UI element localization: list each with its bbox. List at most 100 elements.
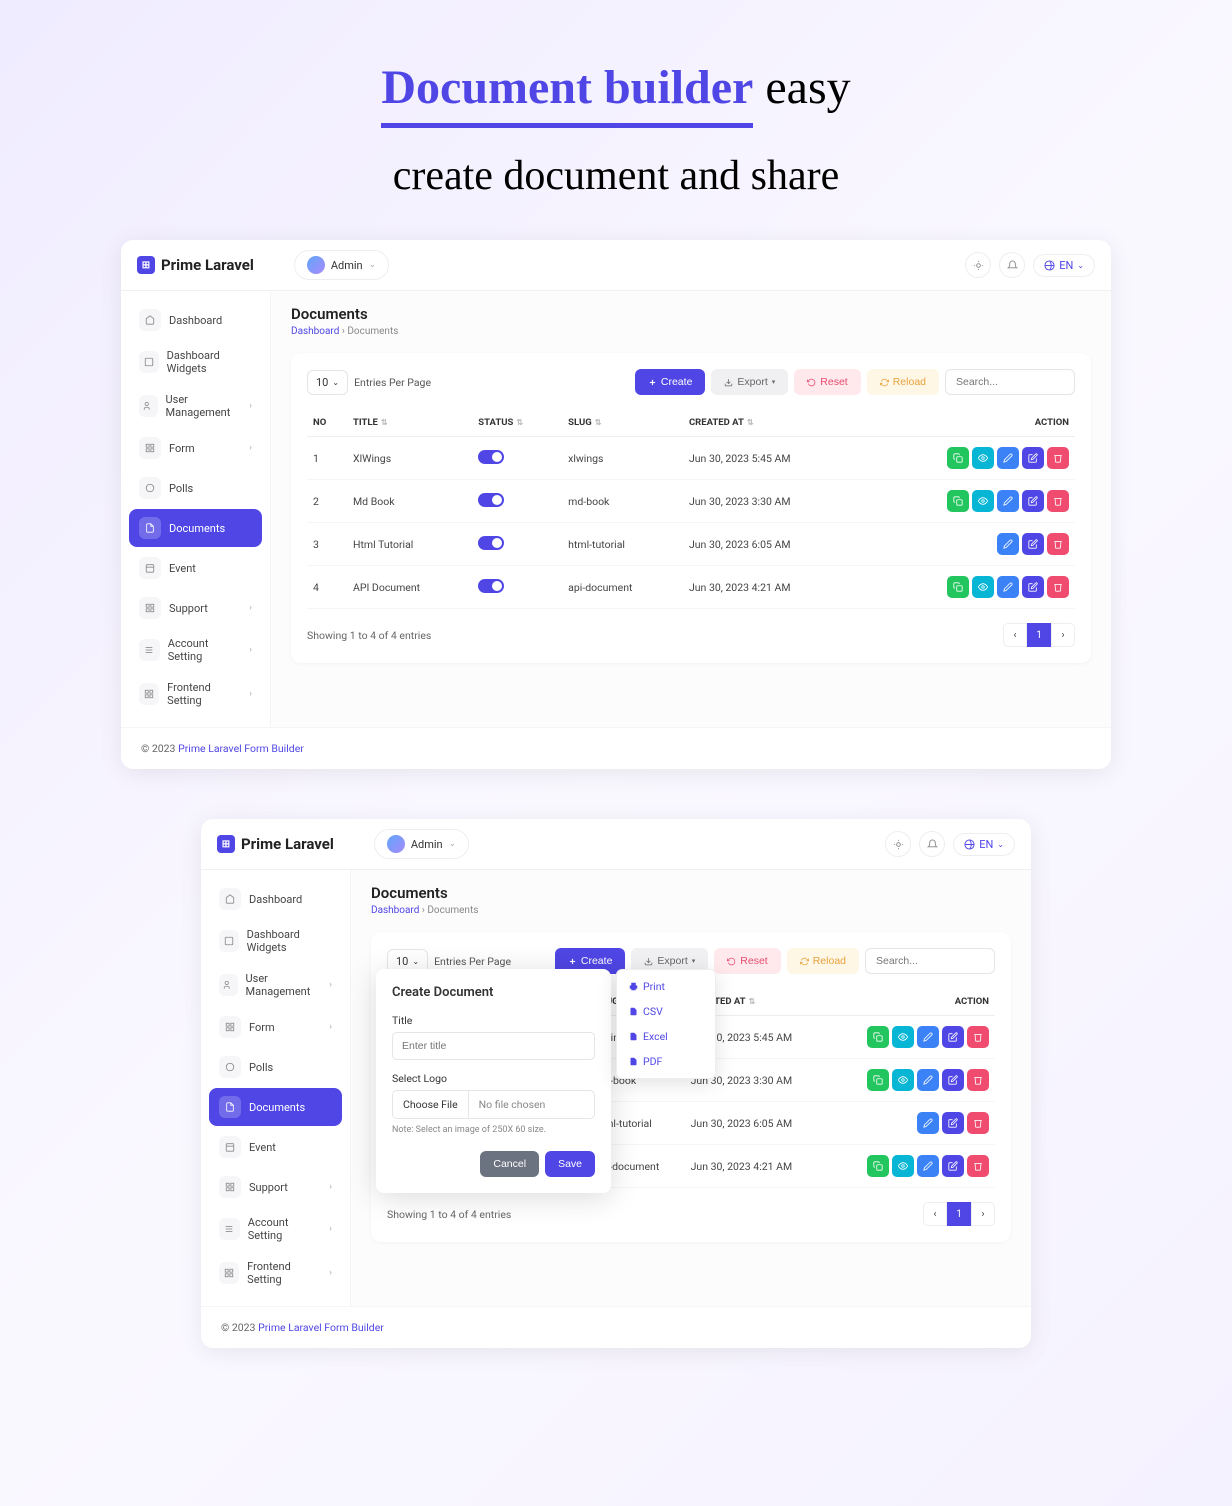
copy-button[interactable] bbox=[947, 490, 969, 512]
notifications-button[interactable] bbox=[919, 831, 945, 857]
edit-button[interactable] bbox=[917, 1069, 939, 1091]
sidebar-item-dashboard[interactable]: Dashboard bbox=[209, 880, 342, 918]
language-select[interactable]: EN⌄ bbox=[1033, 254, 1095, 277]
delete-button[interactable] bbox=[967, 1112, 989, 1134]
file-input[interactable]: Choose File No file chosen bbox=[392, 1090, 595, 1119]
export-print[interactable]: Print bbox=[617, 974, 715, 999]
page-next[interactable]: › bbox=[971, 1202, 995, 1226]
reload-button[interactable]: Reload bbox=[867, 369, 939, 395]
sidebar-item-documents[interactable]: Documents bbox=[129, 509, 262, 547]
copy-button[interactable] bbox=[947, 576, 969, 598]
sidebar-item-form[interactable]: Form › bbox=[209, 1008, 342, 1046]
sidebar-item-user-management[interactable]: User Management › bbox=[209, 964, 342, 1006]
edit-button[interactable] bbox=[917, 1155, 939, 1177]
copy-button[interactable] bbox=[947, 447, 969, 469]
sidebar-item-dashboard[interactable]: Dashboard bbox=[129, 301, 262, 339]
delete-button[interactable] bbox=[1047, 533, 1069, 555]
edit2-button[interactable] bbox=[942, 1112, 964, 1134]
edit-button[interactable] bbox=[997, 490, 1019, 512]
delete-button[interactable] bbox=[1047, 447, 1069, 469]
edit-button[interactable] bbox=[997, 576, 1019, 598]
status-toggle[interactable] bbox=[478, 493, 504, 507]
save-button[interactable]: Save bbox=[545, 1151, 595, 1177]
create-button[interactable]: Create bbox=[635, 369, 706, 395]
page-size-select[interactable]: 10 ⌄ bbox=[307, 370, 348, 395]
breadcrumb-root[interactable]: Dashboard bbox=[291, 326, 339, 337]
reset-button[interactable]: Reset bbox=[714, 948, 780, 974]
export-csv[interactable]: CSV bbox=[617, 999, 715, 1024]
user-menu[interactable]: Admin ⌄ bbox=[374, 829, 469, 859]
status-toggle[interactable] bbox=[478, 450, 504, 464]
breadcrumb-root[interactable]: Dashboard bbox=[371, 905, 419, 916]
copy-button[interactable] bbox=[867, 1155, 889, 1177]
sidebar-item-support[interactable]: Support › bbox=[129, 589, 262, 627]
export-button[interactable]: Export ▾ bbox=[711, 369, 788, 395]
cancel-button[interactable]: Cancel bbox=[480, 1151, 539, 1177]
export-pdf[interactable]: PDF bbox=[617, 1049, 715, 1074]
edit2-button[interactable] bbox=[1022, 490, 1044, 512]
search-input[interactable] bbox=[865, 948, 995, 974]
col-created[interactable]: CREATED AT bbox=[683, 409, 863, 437]
delete-button[interactable] bbox=[1047, 576, 1069, 598]
view-button[interactable] bbox=[972, 576, 994, 598]
edit-button[interactable] bbox=[917, 1026, 939, 1048]
logo[interactable]: ⊞ Prime Laravel bbox=[137, 256, 254, 274]
footer-link[interactable]: Prime Laravel Form Builder bbox=[258, 1321, 384, 1334]
sidebar-item-polls[interactable]: Polls bbox=[209, 1048, 342, 1086]
choose-file-button[interactable]: Choose File bbox=[393, 1091, 469, 1118]
footer-link[interactable]: Prime Laravel Form Builder bbox=[178, 742, 304, 755]
sidebar-item-support[interactable]: Support › bbox=[209, 1168, 342, 1206]
sidebar-item-dashboard-widgets[interactable]: Dashboard Widgets bbox=[209, 920, 342, 962]
status-toggle[interactable] bbox=[478, 579, 504, 593]
edit2-button[interactable] bbox=[1022, 533, 1044, 555]
page-next[interactable]: › bbox=[1051, 623, 1075, 647]
col-no[interactable]: NO bbox=[307, 409, 347, 437]
status-toggle[interactable] bbox=[478, 536, 504, 550]
view-button[interactable] bbox=[892, 1155, 914, 1177]
sidebar-item-user-management[interactable]: User Management › bbox=[129, 385, 262, 427]
export-excel[interactable]: Excel bbox=[617, 1024, 715, 1049]
theme-toggle[interactable] bbox=[965, 252, 991, 278]
edit2-button[interactable] bbox=[942, 1069, 964, 1091]
col-status[interactable]: STATUS bbox=[472, 409, 562, 437]
sidebar-item-event[interactable]: Event bbox=[129, 549, 262, 587]
view-button[interactable] bbox=[972, 490, 994, 512]
edit2-button[interactable] bbox=[1022, 576, 1044, 598]
page-prev[interactable]: ‹ bbox=[923, 1202, 947, 1226]
col-slug[interactable]: SLUG bbox=[562, 409, 683, 437]
edit-button[interactable] bbox=[917, 1112, 939, 1134]
delete-button[interactable] bbox=[967, 1026, 989, 1048]
view-button[interactable] bbox=[892, 1026, 914, 1048]
page-1[interactable]: 1 bbox=[1027, 623, 1051, 647]
user-menu[interactable]: Admin ⌄ bbox=[294, 250, 389, 280]
language-select[interactable]: EN⌄ bbox=[953, 833, 1015, 856]
sidebar-item-frontend-setting[interactable]: Frontend Setting › bbox=[129, 673, 262, 715]
delete-button[interactable] bbox=[967, 1069, 989, 1091]
copy-button[interactable] bbox=[867, 1069, 889, 1091]
sidebar-item-frontend-setting[interactable]: Frontend Setting › bbox=[209, 1252, 342, 1294]
edit-button[interactable] bbox=[997, 533, 1019, 555]
delete-button[interactable] bbox=[967, 1155, 989, 1177]
sidebar-item-event[interactable]: Event bbox=[209, 1128, 342, 1166]
edit2-button[interactable] bbox=[1022, 447, 1044, 469]
sidebar-item-account-setting[interactable]: Account Setting › bbox=[129, 629, 262, 671]
reset-button[interactable]: Reset bbox=[794, 369, 860, 395]
copy-button[interactable] bbox=[867, 1026, 889, 1048]
edit-button[interactable] bbox=[997, 447, 1019, 469]
sidebar-item-account-setting[interactable]: Account Setting › bbox=[209, 1208, 342, 1250]
delete-button[interactable] bbox=[1047, 490, 1069, 512]
reload-button[interactable]: Reload bbox=[787, 948, 859, 974]
notifications-button[interactable] bbox=[999, 252, 1025, 278]
logo[interactable]: ⊞ Prime Laravel bbox=[217, 835, 334, 853]
edit2-button[interactable] bbox=[942, 1026, 964, 1048]
theme-toggle[interactable] bbox=[885, 831, 911, 857]
sidebar-item-form[interactable]: Form › bbox=[129, 429, 262, 467]
edit2-button[interactable] bbox=[942, 1155, 964, 1177]
search-input[interactable] bbox=[945, 369, 1075, 395]
sidebar-item-polls[interactable]: Polls bbox=[129, 469, 262, 507]
sidebar-item-documents[interactable]: Documents bbox=[209, 1088, 342, 1126]
view-button[interactable] bbox=[892, 1069, 914, 1091]
sidebar-item-dashboard-widgets[interactable]: Dashboard Widgets bbox=[129, 341, 262, 383]
view-button[interactable] bbox=[972, 447, 994, 469]
page-prev[interactable]: ‹ bbox=[1003, 623, 1027, 647]
